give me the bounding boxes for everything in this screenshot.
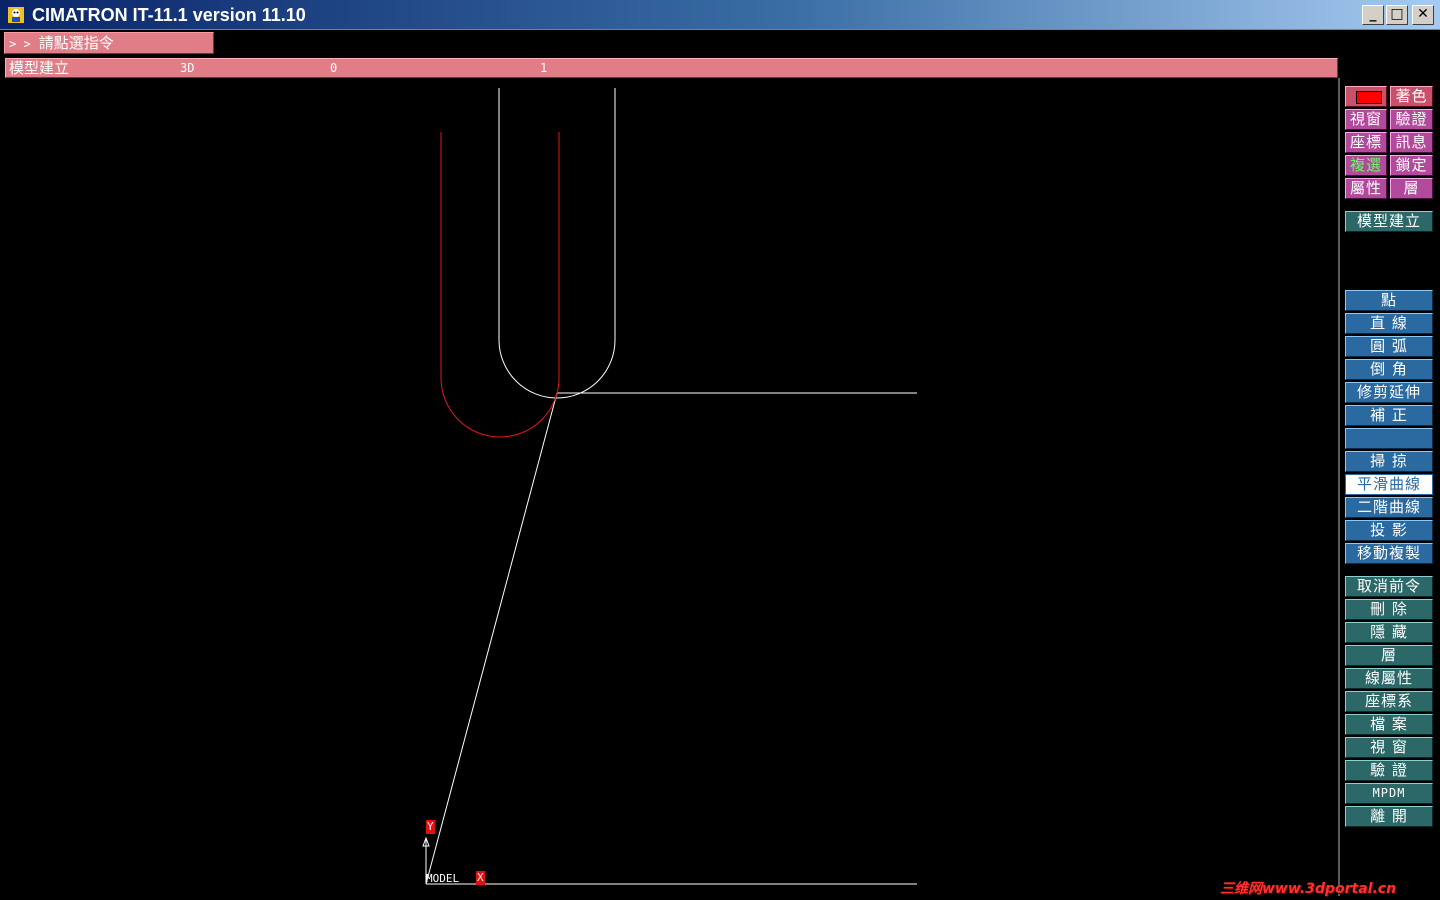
- white-diagonal-line: [425, 392, 558, 885]
- undo-button[interactable]: 取消前令: [1345, 576, 1433, 597]
- file-button[interactable]: 檔 案: [1345, 714, 1433, 735]
- prompt-text: 請點選指令: [38, 34, 114, 52]
- window-button[interactable]: 視 窗: [1345, 737, 1433, 758]
- minimize-button[interactable]: _: [1362, 5, 1384, 25]
- trim-extend-button[interactable]: 修剪延伸: [1345, 382, 1433, 403]
- offset-button[interactable]: 補 正: [1345, 405, 1433, 426]
- status-dimension: 3D: [180, 61, 195, 75]
- blank-button[interactable]: [1345, 428, 1433, 449]
- watermark: 三维网www.3dportal.cn: [1220, 881, 1397, 897]
- sweep-button[interactable]: 掃 掠: [1345, 451, 1433, 472]
- title-bar: CIMATRON IT-11.1 version 11.10 _ □ ✕: [0, 0, 1440, 30]
- model-drawing[interactable]: [5, 78, 1338, 896]
- mpdm-button[interactable]: MPDM: [1345, 783, 1433, 804]
- status-bar: 模型建立 3D 0 1: [5, 58, 1338, 78]
- layer-quick-button[interactable]: 層: [1390, 178, 1433, 199]
- spline-button[interactable]: 平滑曲線: [1345, 474, 1433, 495]
- move-copy-button[interactable]: 移動複製: [1345, 543, 1433, 564]
- window-title: CIMATRON IT-11.1 version 11.10: [32, 5, 306, 25]
- point-button[interactable]: 點: [1345, 290, 1433, 311]
- prompt-arrows-icon: > >: [9, 37, 31, 51]
- delete-button[interactable]: 刪 除: [1345, 599, 1433, 620]
- project-button[interactable]: 投 影: [1345, 520, 1433, 541]
- close-button[interactable]: ✕: [1412, 5, 1434, 25]
- lock-button[interactable]: 鎖定: [1390, 155, 1433, 176]
- status-field-3: 1: [540, 61, 548, 75]
- axis-model-label: MODEL: [426, 872, 460, 885]
- layer-button[interactable]: 層: [1345, 645, 1433, 666]
- exit-button[interactable]: 離 開: [1345, 806, 1433, 827]
- hide-button[interactable]: 隱 藏: [1345, 622, 1433, 643]
- info-button[interactable]: 訊息: [1390, 132, 1433, 153]
- arc-button[interactable]: 圓 弧: [1345, 336, 1433, 357]
- validate-button[interactable]: 驗 證: [1345, 760, 1433, 781]
- conic-button[interactable]: 二階曲線: [1345, 497, 1433, 518]
- multi-select-button[interactable]: 複選: [1345, 155, 1387, 176]
- red-color-swatch-icon: [1356, 91, 1382, 104]
- attributes-button[interactable]: 屬性: [1345, 178, 1387, 199]
- maximize-button[interactable]: □: [1386, 5, 1408, 25]
- color-selector-button[interactable]: [1345, 86, 1387, 107]
- model-build-button[interactable]: 模型建立: [1345, 211, 1433, 232]
- command-prompt: > > 請點選指令: [4, 32, 214, 54]
- axis-x-label: X: [476, 871, 485, 885]
- chamfer-button[interactable]: 倒 角: [1345, 359, 1433, 380]
- red-u-profile: [440, 132, 560, 438]
- status-field-2: 0: [330, 61, 338, 75]
- verify-button[interactable]: 驗證: [1390, 109, 1433, 130]
- coordinate-system-button[interactable]: 座標系: [1345, 691, 1433, 712]
- white-u-profile: [498, 88, 616, 399]
- line-attributes-button[interactable]: 線屬性: [1345, 668, 1433, 689]
- coordinate-button[interactable]: 座標: [1345, 132, 1387, 153]
- axis-y-label: Y: [426, 820, 435, 834]
- graphics-viewport[interactable]: Y MODEL X: [5, 78, 1340, 896]
- line-button[interactable]: 直 線: [1345, 313, 1433, 334]
- status-mode: 模型建立: [9, 59, 70, 77]
- cimatron-app-icon[interactable]: [6, 5, 26, 25]
- view-button[interactable]: 視窗: [1345, 109, 1387, 130]
- shading-button[interactable]: 著色: [1390, 86, 1433, 107]
